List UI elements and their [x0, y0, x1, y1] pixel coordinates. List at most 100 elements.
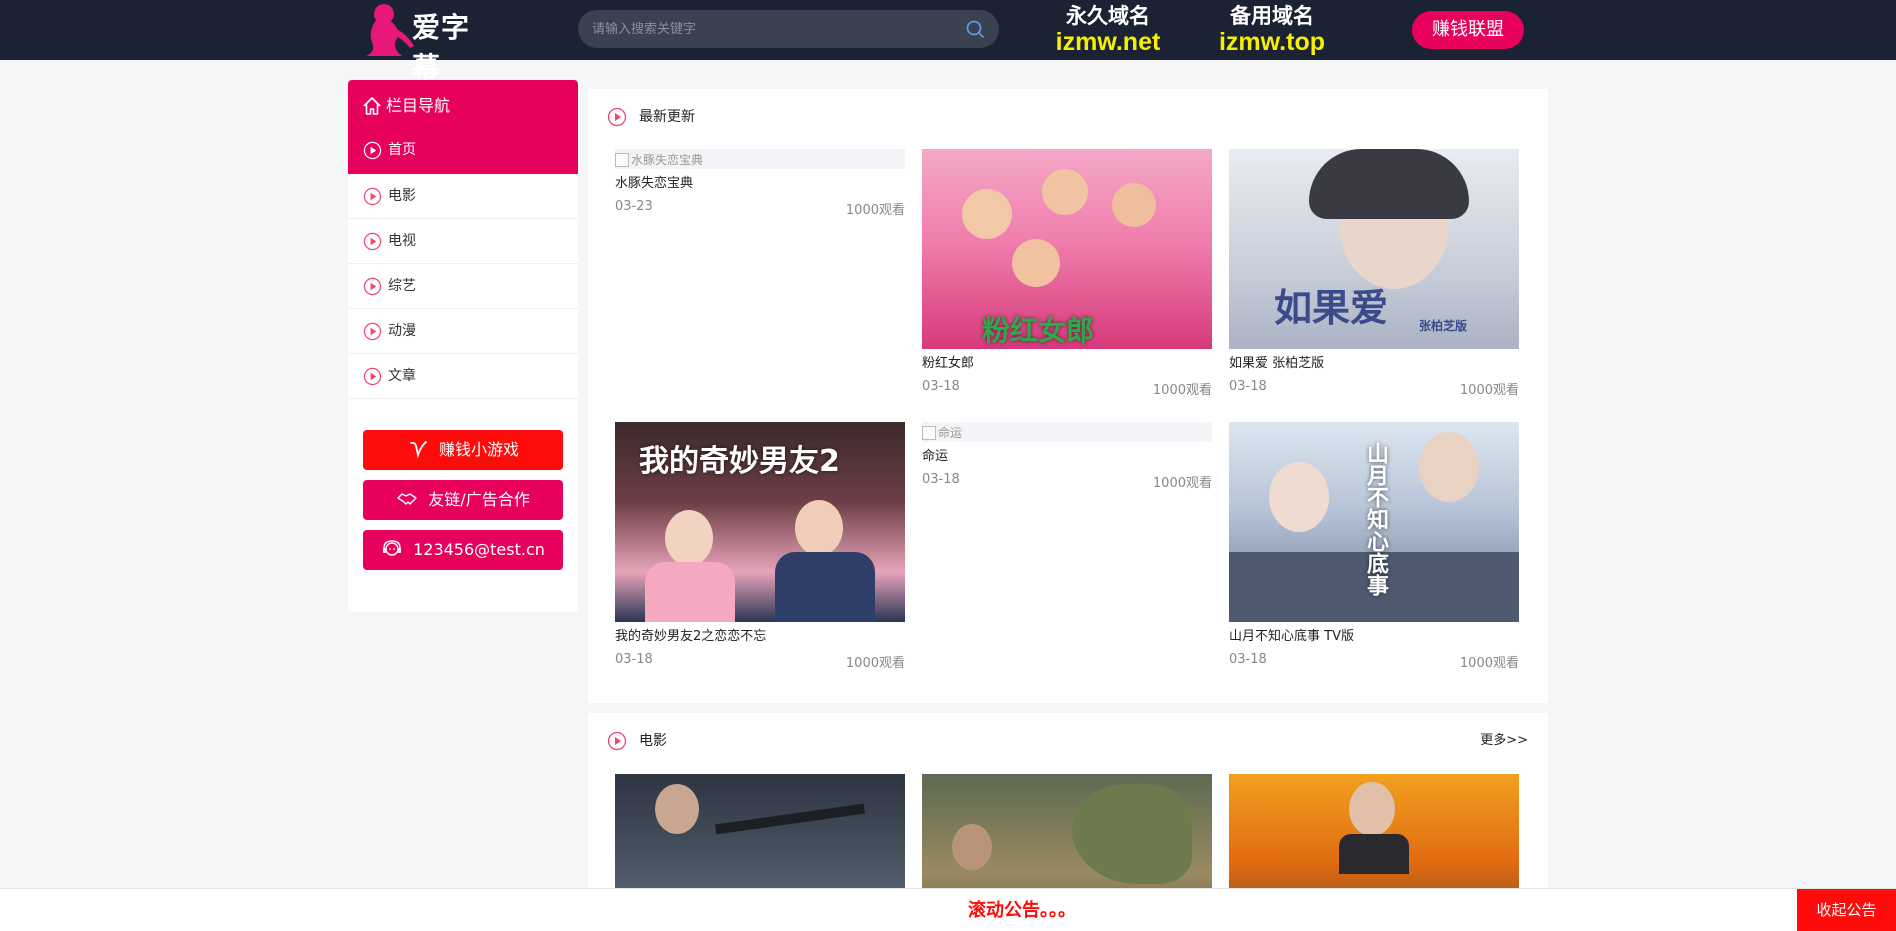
video-date: 03-18 [922, 472, 960, 487]
video-meta: 03-18 1000观看 [1229, 379, 1519, 398]
play-circle-icon [363, 141, 382, 160]
video-date: 03-18 [615, 652, 653, 667]
play-circle-icon [363, 277, 382, 296]
latest-updates-panel: 最新更新 水豚失恋宝典 水豚失恋宝典 03-23 1000观看 粉红女郎 粉红女… [588, 89, 1548, 703]
poster-image[interactable]: 我的奇妙男友2 [615, 422, 905, 622]
sidebar: 栏目导航 首页 电影 电视 综艺 动漫 文章 赚钱小游戏 友链/广告合作 123… [348, 80, 578, 612]
nav-title: 栏目导航 [362, 94, 450, 118]
poster-caption: 粉红女郎 [982, 314, 1095, 347]
poster-art: 山月不知心底事 [1229, 422, 1519, 622]
more-link[interactable]: 更多>> [1480, 729, 1528, 753]
video-views: 1000观看 [1152, 476, 1212, 491]
video-title[interactable]: 如果爱 张柏芝版 [1229, 355, 1519, 373]
search-icon[interactable] [965, 19, 985, 39]
video-date: 03-23 [615, 199, 653, 214]
video-views: 1000观看 [1459, 383, 1519, 398]
backup-domain-label: 备用域名 [1230, 4, 1314, 28]
video-card[interactable]: 命运 命运 03-18 1000观看 [922, 422, 1212, 491]
play-circle-icon [363, 187, 382, 206]
contact-email-label: 123456@test.cn [413, 540, 545, 559]
permanent-domain-label: 永久域名 [1066, 4, 1150, 28]
logo-text: 爱字幕 [412, 11, 471, 84]
earn-alliance-button[interactable]: 赚钱联盟 [1412, 11, 1524, 49]
play-circle-icon [363, 367, 382, 386]
v-icon [410, 440, 427, 458]
video-card[interactable]: 如果爱 张柏芝版 如果爱 张柏芝版 03-18 1000观看 [1229, 149, 1519, 398]
video-views: 1000观看 [845, 656, 905, 671]
poster-art: 我的奇妙男友2 [615, 422, 905, 622]
play-circle-icon [607, 731, 627, 751]
contact-email-button[interactable]: 123456@test.cn [363, 530, 563, 570]
poster-subcaption: 张柏芝版 [1419, 319, 1468, 333]
poster-caption: 我的奇妙男友2 [639, 444, 840, 479]
backup-domain: 备用域名 izmw.top [1207, 4, 1337, 56]
video-card[interactable]: 我的奇妙男友2 我的奇妙男友2之恋恋不忘 03-18 1000观看 [615, 422, 905, 671]
collapse-announcement-button[interactable]: 收起公告 [1797, 889, 1896, 931]
sidebar-item-label: 综艺 [388, 278, 416, 294]
video-views: 1000观看 [1152, 383, 1212, 398]
friendlink-ad-button[interactable]: 友链/广告合作 [363, 480, 563, 520]
video-card[interactable]: 粉红女郎 粉红女郎 03-18 1000观看 [922, 149, 1212, 398]
video-title[interactable]: 粉红女郎 [922, 355, 1212, 373]
section-header: 电影 [607, 729, 667, 753]
section-title: 最新更新 [639, 109, 695, 125]
site-logo[interactable]: 爱字幕 [362, 2, 498, 84]
video-date: 03-18 [922, 379, 960, 394]
play-circle-icon [363, 232, 382, 251]
poster-image-broken[interactable]: 水豚失恋宝典 [615, 149, 905, 169]
video-meta: 03-18 1000观看 [922, 379, 1212, 398]
video-date: 03-18 [1229, 652, 1267, 667]
backup-domain-value: izmw.top [1218, 28, 1325, 56]
home-icon [363, 97, 381, 115]
search-box [578, 10, 999, 48]
poster-art: 如果爱 张柏芝版 [1229, 149, 1519, 349]
search-input[interactable] [592, 10, 952, 48]
handshake-icon [397, 492, 417, 505]
video-card[interactable]: 山月不知心底事 山月不知心底事 TV版 03-18 1000观看 [1229, 422, 1519, 671]
poster-art: 粉红女郎 [922, 149, 1212, 349]
sidebar-item-tv[interactable]: 电视 [348, 219, 578, 264]
sidebar-item-label: 文章 [388, 368, 416, 384]
friendlink-ad-label: 友链/广告合作 [428, 490, 530, 509]
sidebar-item-home[interactable]: 首页 [348, 128, 578, 173]
announcement-text: 滚动公告。。。 [968, 900, 1076, 921]
sidebar-item-label: 电影 [388, 188, 416, 204]
video-meta: 03-18 1000观看 [922, 472, 1212, 491]
section-title: 电影 [639, 733, 667, 749]
sidebar-item-articles[interactable]: 文章 [348, 354, 578, 399]
poster-caption: 山月不知心底事 [1363, 442, 1388, 596]
poster-image[interactable]: 山月不知心底事 [1229, 422, 1519, 622]
video-views: 1000观看 [845, 203, 905, 218]
video-card[interactable]: 水豚失恋宝典 水豚失恋宝典 03-23 1000观看 [615, 149, 905, 218]
video-title[interactable]: 水豚失恋宝典 [615, 175, 905, 193]
logo-lady-icon [366, 4, 414, 56]
permanent-domain-value: izmw.net [1055, 28, 1161, 56]
video-views: 1000观看 [1459, 656, 1519, 671]
video-title[interactable]: 命运 [922, 448, 1212, 466]
video-meta: 03-18 1000观看 [1229, 652, 1519, 671]
poster-image[interactable]: 如果爱 张柏芝版 [1229, 149, 1519, 349]
earn-games-label: 赚钱小游戏 [438, 440, 519, 459]
nav-title-text: 栏目导航 [386, 96, 451, 115]
poster-alt-text: 水豚失恋宝典 [615, 151, 703, 168]
support-icon [383, 539, 402, 556]
sidebar-item-variety[interactable]: 综艺 [348, 264, 578, 309]
poster-caption: 如果爱 [1274, 286, 1389, 330]
video-meta: 03-18 1000观看 [615, 652, 905, 671]
play-circle-icon [363, 322, 382, 341]
video-title[interactable]: 我的奇妙男友2之恋恋不忘 [615, 628, 905, 646]
sidebar-item-anime[interactable]: 动漫 [348, 309, 578, 354]
sidebar-item-label: 动漫 [388, 323, 416, 339]
section-header: 最新更新 [607, 105, 695, 129]
poster-image-broken[interactable]: 命运 [922, 422, 1212, 442]
poster-alt-text: 命运 [922, 424, 962, 441]
play-circle-icon [607, 107, 627, 127]
announcement-bar: 滚动公告。。。 收起公告 [0, 888, 1896, 931]
poster-image[interactable]: 粉红女郎 [922, 149, 1212, 349]
top-header: 爱字幕 永久域名 izmw.net 备用域名 izmw.top 赚钱联盟 [0, 0, 1896, 84]
permanent-domain: 永久域名 izmw.net [1046, 4, 1170, 56]
earn-games-button[interactable]: 赚钱小游戏 [363, 430, 563, 470]
sidebar-item-movies[interactable]: 电影 [348, 174, 578, 219]
video-date: 03-18 [1229, 379, 1267, 394]
video-title[interactable]: 山月不知心底事 TV版 [1229, 628, 1519, 646]
